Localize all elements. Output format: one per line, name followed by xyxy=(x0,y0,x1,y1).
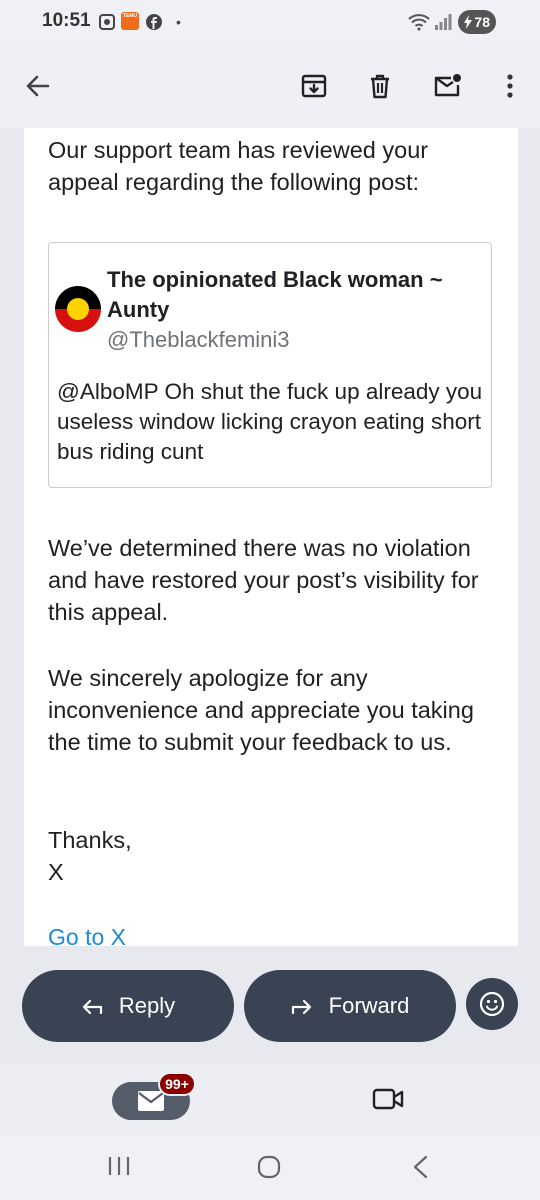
sign-off-sender: X xyxy=(48,859,64,885)
mail-icon xyxy=(138,1091,164,1111)
email-toolbar xyxy=(0,44,540,128)
more-vert-icon xyxy=(507,74,513,98)
delete-button[interactable] xyxy=(360,66,400,106)
forward-button[interactable]: Forward xyxy=(244,970,456,1042)
mark-unread-button[interactable] xyxy=(428,66,468,106)
quoted-tweet-card[interactable]: The opinionated Black woman ~ Aunty @The… xyxy=(48,242,492,488)
forward-arrow-icon xyxy=(291,999,311,1015)
tweet-author-name: The opinionated Black woman ~ Aunty xyxy=(107,267,443,322)
back-nav-button[interactable] xyxy=(410,1154,430,1185)
archive-icon xyxy=(301,74,327,98)
sign-off-thanks: Thanks, xyxy=(48,827,132,853)
go-to-x-link[interactable]: Go to X xyxy=(48,924,126,946)
email-determination: We’ve determined there was no violation … xyxy=(48,535,479,625)
mark-unread-icon xyxy=(434,74,461,97)
back-button[interactable] xyxy=(18,66,58,106)
signal-icon xyxy=(434,13,452,36)
avatar xyxy=(55,286,101,332)
temu-icon-label: TEMU xyxy=(122,13,138,19)
unread-count-badge: 99+ xyxy=(158,1072,196,1096)
status-bar: 10:51 TEMU • 78 xyxy=(0,0,540,44)
status-time: 10:51 xyxy=(42,10,91,31)
email-sign-off: Thanks, X xyxy=(48,824,498,888)
tab-meet[interactable] xyxy=(372,1086,404,1117)
recent-apps-button[interactable] xyxy=(106,1154,132,1183)
back-arrow-icon xyxy=(26,75,50,97)
forward-label: Forward xyxy=(328,993,410,1018)
bottom-navigation: 99+ xyxy=(0,1064,540,1136)
email-apology: We sincerely apologize for any inconveni… xyxy=(48,665,474,755)
reply-button[interactable]: Reply xyxy=(22,970,234,1042)
tweet-author-handle: @Theblackfemini3 xyxy=(107,327,290,352)
system-navigation-bar xyxy=(0,1136,540,1200)
recent-apps-icon xyxy=(108,1157,130,1175)
archive-button[interactable] xyxy=(294,66,334,106)
notification-dot: • xyxy=(176,14,181,30)
battery-icon: 78 xyxy=(458,10,496,34)
home-button[interactable] xyxy=(256,1154,282,1185)
back-chevron-icon xyxy=(413,1155,428,1179)
home-icon xyxy=(257,1155,281,1179)
reply-arrow-icon xyxy=(82,999,102,1015)
more-options-button[interactable] xyxy=(490,66,530,106)
email-intro: Our support team has reviewed your appea… xyxy=(48,137,429,195)
email-body: Our support team has reviewed your appea… xyxy=(24,128,518,946)
video-camera-icon xyxy=(372,1088,404,1110)
facebook-icon xyxy=(145,13,163,36)
temu-icon: TEMU xyxy=(121,12,139,30)
emoji-icon xyxy=(479,991,505,1017)
wifi-icon xyxy=(408,13,430,36)
battery-level: 78 xyxy=(474,14,490,30)
tweet-text: @AlboMP Oh shut the fuck up already you … xyxy=(57,379,483,464)
reply-action-bar: Reply Forward xyxy=(0,946,540,1064)
reply-label: Reply xyxy=(118,993,176,1018)
delete-icon xyxy=(371,74,389,99)
screenshot-icon xyxy=(98,13,116,36)
emoji-reaction-button[interactable] xyxy=(466,978,518,1030)
